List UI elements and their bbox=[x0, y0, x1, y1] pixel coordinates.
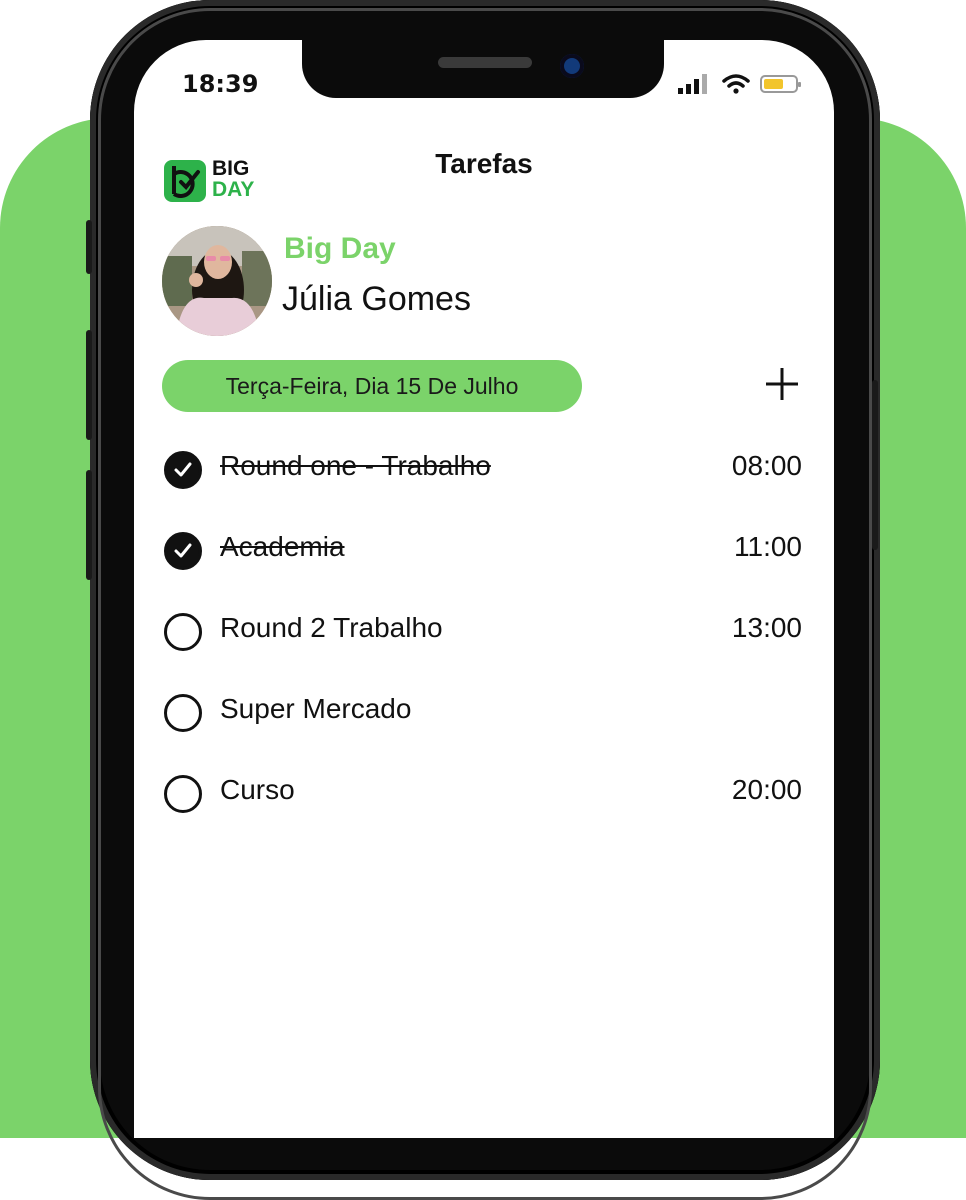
task-label: Round one - Trabalho bbox=[220, 450, 491, 481]
avatar bbox=[162, 226, 272, 336]
task-item[interactable]: Curso 20:00 bbox=[162, 764, 802, 845]
logo-text-day: DAY bbox=[212, 178, 255, 201]
front-camera bbox=[560, 54, 584, 78]
task-time: 20:00 bbox=[731, 774, 802, 805]
task-checkbox-checked[interactable] bbox=[164, 451, 202, 489]
wifi-icon bbox=[722, 74, 750, 94]
plus-icon[interactable] bbox=[764, 366, 800, 402]
date-selector[interactable]: Terça-Feira, Dia 15 De Julho bbox=[162, 360, 582, 412]
task-list: Round one - Trabalho 08:00 Academia 11:0… bbox=[162, 440, 802, 845]
task-checkbox[interactable] bbox=[164, 613, 202, 651]
phone-side-button bbox=[86, 220, 92, 274]
task-item[interactable]: Super Mercado bbox=[162, 683, 802, 764]
signal-icon bbox=[678, 74, 707, 94]
brand-name: Big Day bbox=[284, 232, 396, 265]
user-name: Júlia Gomes bbox=[282, 280, 471, 318]
phone-notch bbox=[302, 40, 664, 98]
check-icon bbox=[174, 462, 192, 477]
check-icon bbox=[174, 543, 192, 558]
speaker-grille bbox=[438, 57, 532, 68]
task-time: 08:00 bbox=[731, 450, 802, 481]
battery-icon bbox=[760, 75, 801, 93]
phone-side-button bbox=[872, 380, 878, 550]
phone-side-button bbox=[86, 330, 92, 440]
phone-screen: 18:39 BIG DAY Tarefas Big Day Júlia Gome… bbox=[134, 40, 834, 1138]
task-label: Curso bbox=[220, 774, 295, 805]
status-time: 18:39 bbox=[182, 70, 259, 98]
task-label: Round 2 Trabalho bbox=[220, 612, 443, 643]
task-item[interactable]: Academia 11:00 bbox=[162, 521, 802, 602]
status-icons bbox=[678, 74, 801, 94]
task-label: Super Mercado bbox=[220, 693, 412, 724]
task-checkbox[interactable] bbox=[164, 775, 202, 813]
task-label: Academia bbox=[220, 531, 345, 562]
page-title: Tarefas bbox=[435, 148, 533, 179]
task-time: 11:00 bbox=[734, 531, 802, 562]
task-item[interactable]: Round 2 Trabalho 13:00 bbox=[162, 602, 802, 683]
task-item[interactable]: Round one - Trabalho 08:00 bbox=[162, 440, 802, 521]
task-time: 13:00 bbox=[731, 612, 802, 643]
task-checkbox[interactable] bbox=[164, 694, 202, 732]
phone-side-button bbox=[86, 470, 92, 580]
task-checkbox-checked[interactable] bbox=[164, 532, 202, 570]
